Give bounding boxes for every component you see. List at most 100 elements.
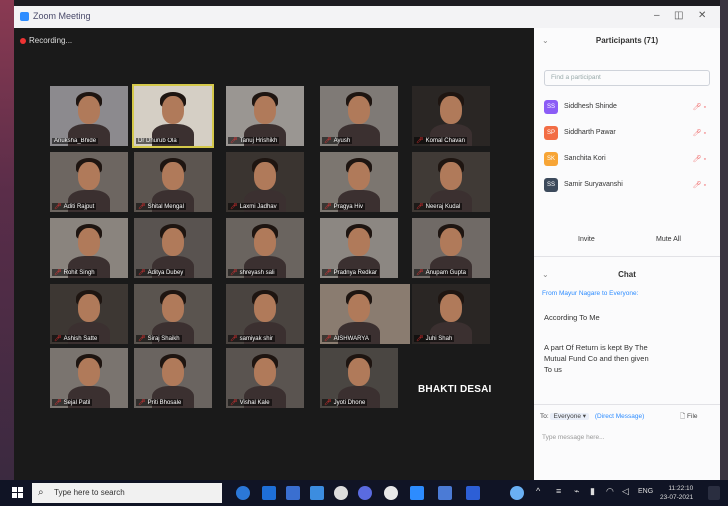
video-tile[interactable]: Dr Dhurub Ola bbox=[132, 84, 214, 148]
participant-name-label: 🎤︎ Vishal Kale bbox=[228, 399, 272, 406]
video-tile[interactable]: 🎤︎ Anupam Gupta bbox=[412, 218, 490, 278]
network-icon[interactable]: ≡ bbox=[556, 486, 561, 496]
files-icon[interactable] bbox=[438, 486, 452, 500]
invite-button[interactable]: Invite bbox=[578, 236, 595, 243]
video-tile[interactable]: Anuksha_Bhide bbox=[50, 86, 128, 146]
participant-name: shreyash sali bbox=[239, 270, 275, 276]
participant-search-input[interactable]: Find a participant bbox=[544, 70, 710, 86]
tray-chevron-icon[interactable]: ^ bbox=[536, 486, 540, 496]
notifications-icon[interactable] bbox=[708, 486, 720, 500]
search-icon: ⌕ bbox=[38, 487, 44, 498]
participant-face bbox=[440, 294, 462, 322]
wifi-icon[interactable]: ◠ bbox=[606, 486, 614, 497]
participant-face bbox=[254, 162, 276, 190]
participant-face bbox=[254, 228, 276, 256]
participant-face bbox=[348, 96, 370, 124]
video-tile[interactable]: 🎤︎ samiyak shir bbox=[226, 284, 304, 344]
video-tile[interactable]: 🎤︎ Aditi Rajput bbox=[50, 152, 128, 212]
participant-name: Sejal Patil bbox=[63, 400, 91, 406]
muted-mic-icon: 🎤︎ bbox=[324, 400, 332, 406]
avatar: SK bbox=[544, 152, 558, 166]
settings-icon[interactable] bbox=[384, 486, 398, 500]
video-tile[interactable]: 🎤︎ Sejal Patil bbox=[50, 348, 128, 408]
participant-row[interactable]: SS Samir Suryavanshi 🎤︎ ▫ bbox=[544, 176, 710, 194]
participant-name-label: 🎤︎ Neeraj Kudal bbox=[414, 203, 463, 210]
maximize-button[interactable]: ◫ bbox=[674, 10, 683, 21]
taskbar-clock[interactable]: 11:22:10 23-07-2021 bbox=[660, 484, 693, 502]
video-tile[interactable]: 🎤︎ Neeraj Kudal bbox=[412, 152, 490, 212]
participant-name: Tanuj Hrishikh bbox=[239, 138, 278, 144]
video-tile[interactable]: 🎤︎ Juhi Shah bbox=[412, 284, 490, 344]
participant-list-name: Samir Suryavanshi bbox=[564, 181, 623, 188]
close-button[interactable]: ✕ bbox=[698, 10, 706, 21]
participant-face bbox=[162, 294, 184, 322]
muted-mic-icon[interactable]: 🎤︎ ▫ bbox=[693, 129, 706, 137]
store-icon[interactable] bbox=[262, 486, 276, 500]
windows-start-icon[interactable] bbox=[12, 487, 24, 499]
muted-mic-icon: 🎤︎ bbox=[54, 336, 62, 342]
file-button[interactable]: 🗋 File bbox=[680, 412, 698, 423]
battery-icon[interactable]: ▮ bbox=[590, 486, 595, 497]
participant-face bbox=[78, 162, 100, 190]
muted-mic-icon: 🎤︎ bbox=[416, 138, 424, 144]
participant-name: Siraj Shaikh bbox=[147, 336, 180, 342]
taskbar-search-placeholder: Type here to search bbox=[54, 488, 125, 497]
participant-name: Ashish Satte bbox=[63, 336, 98, 342]
participants-header: Participants (71) bbox=[595, 36, 659, 45]
task-view-icon[interactable] bbox=[236, 486, 250, 500]
chrome-icon[interactable] bbox=[334, 486, 348, 500]
browser-icon[interactable] bbox=[358, 486, 372, 500]
mail-icon[interactable] bbox=[286, 486, 300, 500]
chat-recipient-row: To: Everyone ▾ (Direct Message) bbox=[540, 412, 644, 420]
dropbox-icon[interactable] bbox=[310, 486, 324, 500]
muted-mic-icon[interactable]: 🎤︎ ▫ bbox=[693, 181, 706, 189]
active-app-icon[interactable] bbox=[466, 486, 480, 500]
windows-taskbar: ⌕ Type here to search ^ ≡ ⌁ ▮ ◠ ◁ ENG 11… bbox=[0, 480, 728, 506]
video-tile[interactable]: 🎤︎ Aditya Dubey bbox=[134, 218, 212, 278]
chat-input[interactable]: Type message here... bbox=[542, 434, 605, 441]
participant-face bbox=[348, 228, 370, 256]
participant-row[interactable]: SS Siddhesh Shinde 🎤︎ ▫ bbox=[544, 98, 710, 116]
participant-name-label: 🎤︎ Pradnya Redkar bbox=[322, 269, 379, 276]
video-tile[interactable]: 🎤︎ Komal Chavan bbox=[412, 86, 490, 146]
video-tile[interactable]: 🎤︎ Vishal Kale bbox=[226, 348, 304, 408]
zoom-window: Zoom Meeting – ◫ ✕ Recording... Anuksha_… bbox=[14, 6, 720, 480]
video-tile[interactable]: 🎤︎ Rohit Singh bbox=[50, 218, 128, 278]
chat-divider bbox=[534, 404, 720, 405]
zoom-taskbar-icon[interactable] bbox=[410, 486, 424, 500]
video-tile[interactable]: 🎤︎ Pragya Hiv bbox=[320, 152, 398, 212]
participant-row[interactable]: SP Siddharth Pawar 🎤︎ ▫ bbox=[544, 124, 710, 142]
muted-mic-icon[interactable]: 🎤︎ ▫ bbox=[693, 155, 706, 163]
video-tile[interactable]: 🎤︎ Ashish Satte bbox=[50, 284, 128, 344]
video-tile[interactable]: 🎤︎ Priti Bhosale bbox=[134, 348, 212, 408]
participant-row[interactable]: SK Sanchita Kori 🎤︎ ▫ bbox=[544, 150, 710, 168]
video-tile[interactable]: 🎤︎ Jyoti Dhone bbox=[320, 348, 398, 408]
video-tile[interactable]: 🎤︎ Pradnya Redkar bbox=[320, 218, 398, 278]
video-tile[interactable]: 🎤︎ AISHWARYA bbox=[320, 284, 410, 344]
recipient-select[interactable]: Everyone ▾ bbox=[550, 413, 590, 420]
video-tile[interactable]: 🎤︎ shreyash sali bbox=[226, 218, 304, 278]
video-gallery: Recording... Anuksha_Bhide Dr Dhurub Ola 🎤… bbox=[14, 28, 534, 480]
video-tile[interactable]: 🎤︎ Ayush bbox=[320, 86, 398, 146]
participant-face bbox=[254, 294, 276, 322]
language-indicator[interactable]: ENG bbox=[638, 488, 653, 495]
video-tile[interactable]: 🎤︎ Shital Mengal bbox=[134, 152, 212, 212]
participant-face bbox=[162, 162, 184, 190]
usb-icon[interactable]: ⌁ bbox=[574, 486, 579, 497]
volume-icon[interactable]: ◁ bbox=[622, 486, 629, 497]
video-tile[interactable]: 🎤︎ Siraj Shaikh bbox=[134, 284, 212, 344]
people-icon[interactable] bbox=[510, 486, 524, 500]
video-tile[interactable]: 🎤︎ Tanuj Hrishikh bbox=[226, 86, 304, 146]
participant-list-name: Sanchita Kori bbox=[564, 155, 606, 162]
minimize-button[interactable]: – bbox=[654, 10, 660, 21]
muted-mic-icon[interactable]: 🎤︎ ▫ bbox=[693, 103, 706, 111]
mute-all-button[interactable]: Mute All bbox=[656, 236, 681, 243]
taskbar-search-box[interactable]: ⌕ Type here to search bbox=[32, 483, 222, 503]
muted-mic-icon: 🎤︎ bbox=[416, 336, 424, 342]
participant-face bbox=[162, 358, 184, 386]
participant-name-label: 🎤︎ Aditi Rajput bbox=[52, 203, 97, 210]
video-tile[interactable]: 🎤︎ Laxmi Jadhav bbox=[226, 152, 304, 212]
muted-mic-icon: 🎤︎ bbox=[138, 270, 146, 276]
muted-mic-icon: 🎤︎ bbox=[324, 336, 332, 342]
muted-mic-icon: 🎤︎ bbox=[230, 400, 238, 406]
